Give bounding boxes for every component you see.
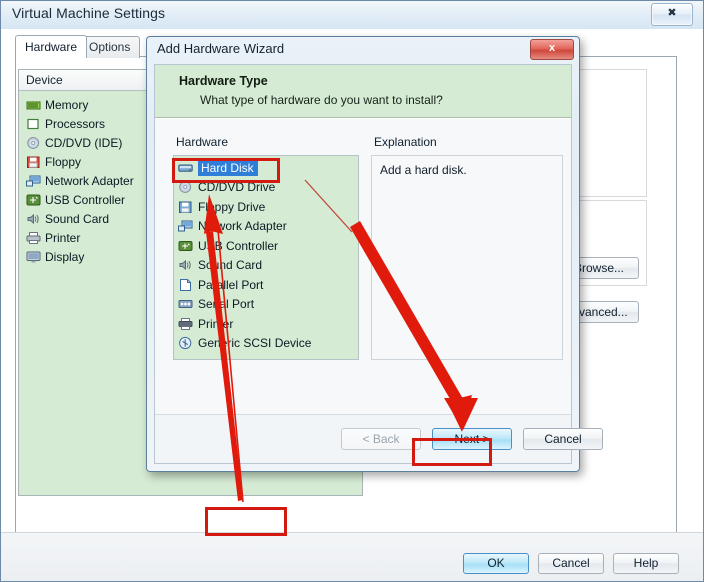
hardware-list-item-label: Sound Card (198, 258, 263, 273)
explanation-group-label: Explanation (371, 135, 440, 149)
wizard-content: Hardware Type What type of hardware do y… (154, 64, 603, 464)
list-item-label: Network Adapter (45, 173, 134, 188)
page-title: Virtual Machine Settings (12, 5, 166, 21)
serial-port-icon (178, 297, 193, 311)
hardware-list-item-label: Printer (198, 316, 234, 331)
floppy-icon (26, 155, 41, 169)
back-button[interactable]: < Back (341, 428, 421, 450)
usb-icon (178, 239, 193, 253)
explanation-panel: Add a hard disk. (371, 155, 563, 360)
tab-options[interactable]: Options (79, 36, 141, 58)
hard-disk-icon (178, 161, 193, 175)
hardware-list-item-network-adapter[interactable]: Network Adapter (174, 217, 358, 237)
hardware-list-item-generic-scsi[interactable]: Generic SCSI Device (174, 334, 358, 354)
network-icon (178, 219, 193, 233)
hardware-list-item-label: Floppy Drive (198, 199, 266, 214)
list-item-label: Processors (45, 116, 106, 131)
close-icon[interactable]: ✖ (651, 3, 693, 26)
hardware-list-item-label: Network Adapter (198, 219, 287, 234)
list-item-label: Display (45, 249, 85, 264)
list-item-label: Floppy (45, 154, 82, 169)
wizard-header: Hardware Type What type of hardware do y… (155, 65, 571, 118)
memory-icon (26, 98, 41, 112)
hardware-type-list[interactable]: Hard Disk CD/DVD Drive Floppy Drive Netw… (173, 155, 359, 360)
hardware-list-item-parallel-port[interactable]: Parallel Port (174, 275, 358, 295)
close-icon[interactable]: x (530, 39, 574, 60)
wizard-titlebar: Add Hardware Wizard x (147, 37, 579, 63)
next-button[interactable]: Next > (432, 428, 512, 450)
wizard-title: Add Hardware Wizard (157, 41, 285, 56)
hardware-list-item-serial-port[interactable]: Serial Port (174, 295, 358, 315)
list-item-label: CD/DVD (IDE) (45, 135, 123, 150)
scsi-icon (178, 336, 193, 350)
hardware-list-item-label: CD/DVD Drive (198, 180, 276, 195)
screenshot-root: Virtual Machine Settings ✖ Hardware Opti… (0, 0, 704, 582)
cddvd-icon (26, 136, 41, 150)
hardware-list-item-cddvd[interactable]: CD/DVD Drive (174, 178, 358, 198)
hardware-list-item-sound-card[interactable]: Sound Card (174, 256, 358, 276)
list-item-label: Sound Card (45, 211, 110, 226)
window-titlebar: Virtual Machine Settings ✖ (1, 1, 703, 29)
hardware-list-item-label: USB Controller (198, 238, 279, 253)
hardware-list-item-hard-disk[interactable]: Hard Disk (174, 158, 358, 178)
help-button[interactable]: Help (613, 553, 679, 574)
add-hardware-wizard-dialog: Add Hardware Wizard x Hardware Type What… (146, 36, 603, 472)
cddvd-icon (178, 180, 193, 194)
list-item-label: Memory (45, 97, 89, 112)
tab-hardware[interactable]: Hardware (15, 35, 88, 58)
explanation-text: Add a hard disk. (380, 163, 467, 177)
wizard-header-title: Hardware Type (179, 74, 268, 88)
sound-icon (26, 212, 41, 226)
ok-button[interactable]: OK (463, 553, 529, 574)
network-icon (26, 174, 41, 188)
hardware-list-item-label: Hard Disk (198, 159, 258, 176)
floppy-icon (178, 200, 193, 214)
list-item-label: USB Controller (45, 192, 126, 207)
hardware-list-item-label: Parallel Port (198, 277, 264, 292)
wizard-header-subtitle: What type of hardware do you want to ins… (200, 93, 443, 107)
hardware-list-item-floppy[interactable]: Floppy Drive (174, 197, 358, 217)
sound-icon (178, 258, 193, 272)
hardware-list-item-label: Generic SCSI Device (198, 336, 312, 351)
wizard-main: Hardware Explanation Hard Disk CD/DVD Dr… (155, 119, 571, 415)
hardware-list-item-printer[interactable]: Printer (174, 314, 358, 334)
cancel-button[interactable]: Cancel (538, 553, 604, 574)
parallel-port-icon (178, 278, 193, 292)
usb-icon (26, 193, 41, 207)
printer-icon (26, 231, 41, 245)
display-icon (26, 250, 41, 264)
wizard-footer: < Back Next > Cancel (155, 414, 603, 463)
printer-icon (178, 317, 193, 331)
hardware-list-item-label: Serial Port (198, 297, 255, 312)
hardware-list-item-usb-controller[interactable]: USB Controller (174, 236, 358, 256)
hardware-group-label: Hardware (173, 135, 232, 149)
list-item-label: Printer (45, 230, 81, 245)
processor-icon (26, 117, 41, 131)
wizard-cancel-button[interactable]: Cancel (523, 428, 603, 450)
